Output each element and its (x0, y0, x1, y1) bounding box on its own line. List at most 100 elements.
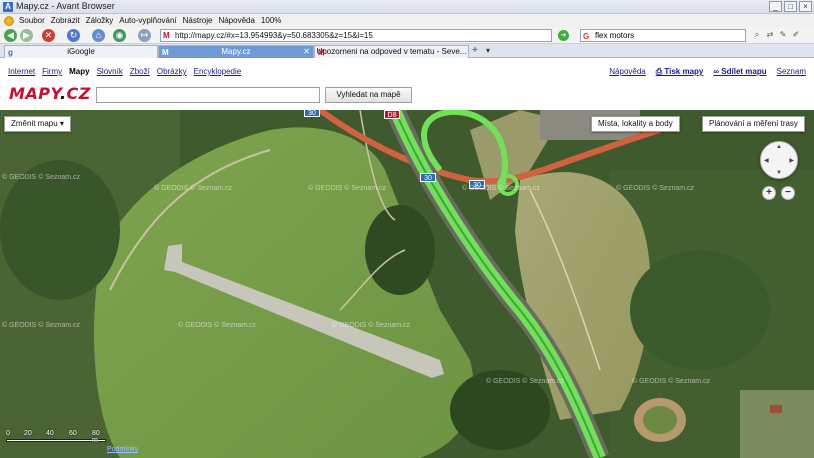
map-watermark: © GEODIS © Seznam.cz (178, 322, 257, 329)
tab-close-icon[interactable]: ✕ (303, 46, 310, 58)
window-title: Mapy.cz - Avant Browser (16, 1, 115, 11)
forward-icon[interactable]: ▶ (20, 29, 33, 42)
refresh-icon[interactable]: ↻ (67, 29, 80, 42)
share-map-label: Sdílet mapu (721, 67, 767, 76)
tab-label: iGoogle (67, 47, 95, 56)
avant-browser-icon: A (3, 2, 13, 12)
map-watermark: © GEODIS © Seznam.cz (632, 378, 711, 385)
map-watermark: © GEODIS © Seznam.cz (308, 185, 387, 192)
menu-bar: Soubor Zobrazit Záložky Auto-vyplňování … (0, 14, 814, 27)
globe-icon[interactable]: ◉ (113, 29, 126, 42)
search-icon[interactable]: ⌕ (752, 30, 762, 40)
mapy-cz-logo[interactable]: MAPY.CZ (9, 84, 91, 103)
route-planning-button[interactable]: Plánování a měření trasy (702, 116, 805, 132)
seznam-link[interactable]: Seznam (777, 67, 806, 77)
address-bar[interactable]: M http://mapy.cz/#x=13.954993&y=50.68330… (160, 29, 552, 42)
service-encyklopedie[interactable]: Encyklopedie (194, 67, 242, 76)
map-watermark: © GEODIS © Seznam.cz (332, 322, 411, 329)
zoom-in-button[interactable]: + (762, 186, 776, 200)
title-bar: A Mapy.cz - Avant Browser _ □ × (0, 0, 814, 14)
scale-bar (6, 439, 106, 442)
map-watermark: © GEODIS © Seznam.cz (154, 185, 233, 192)
highlight-icon[interactable]: ✎ (778, 30, 788, 40)
chevron-down-icon: ▾ (59, 119, 64, 128)
pan-control[interactable]: ▲ ▼ ◀ ▶ (760, 141, 798, 179)
new-tab-icon[interactable]: + (472, 46, 482, 56)
translate-icon[interactable]: ⇄ (765, 30, 775, 40)
tab-label: Upozorneni na odpoved v tematu - Seve... (316, 47, 467, 56)
change-map-label: Změnit mapu (11, 119, 58, 128)
menu-soubor[interactable]: Soubor (16, 16, 48, 25)
tab-bar: g iGoogle M Mapy.cz ✕ M Upozorneni na od… (0, 44, 814, 58)
service-mapy: Mapy (69, 67, 90, 76)
minimize-button[interactable]: _ (769, 1, 782, 12)
pan-left-icon[interactable]: ◀ (764, 157, 769, 164)
scale-label: 40 (46, 430, 54, 437)
tab-upozorneni[interactable]: M Upozorneni na odpoved v tematu - Seve.… (314, 45, 469, 58)
google-search-icon: G (583, 32, 590, 41)
zoom-out-button[interactable]: − (781, 186, 795, 200)
tab-igoogle[interactable]: g iGoogle (4, 45, 158, 58)
navigation-bar: ◀ ▶ ✕ ↻ ⌂ ◉ ↦ M http://mapy.cz/#x=13.954… (0, 27, 814, 44)
home-icon[interactable]: ⌂ (92, 29, 105, 42)
tab-list-icon[interactable]: ▾ (486, 46, 490, 55)
gmail-favicon-icon: M (163, 31, 170, 40)
browser-logo-icon (4, 15, 14, 26)
service-slovnik[interactable]: Slovník (97, 67, 123, 76)
scale-label: 80 m (92, 430, 100, 444)
logo-main: MAPY (9, 84, 60, 103)
terms-link[interactable]: Podmínky (107, 446, 138, 453)
change-map-button[interactable]: Změnit mapu ▾ (4, 116, 71, 132)
search-map-button[interactable]: Vyhledat na mapě (325, 87, 412, 103)
map-watermark: © GEODIS © Seznam.cz (486, 378, 565, 385)
go-button-icon[interactable]: ➜ (558, 30, 569, 41)
header-links: Nápověda ⎙ Tisk mapy ∞ Sdílet mapu Sezna… (609, 67, 806, 77)
menu-zobrazit[interactable]: Zobrazit (48, 16, 83, 25)
print-map-link[interactable]: ⎙ Tisk mapy (656, 67, 704, 77)
road-number-label: 30 (304, 110, 320, 117)
logo-dot: . (59, 84, 67, 103)
map-watermark: © GEODIS © Seznam.cz (462, 185, 541, 192)
scale-label: 0 (6, 430, 10, 437)
share-map-link[interactable]: ∞ Sdílet mapu (713, 67, 766, 77)
road-number-label: D8 (384, 110, 400, 119)
page-header: Internet Firmy Mapy Slovník Zboží Obrázk… (0, 58, 814, 110)
maximize-button[interactable]: □ (784, 1, 797, 12)
menu-napoveda[interactable]: Nápověda (215, 16, 257, 25)
pan-down-icon[interactable]: ▼ (776, 170, 782, 176)
go-to-icon[interactable]: ↦ (138, 29, 151, 42)
aerial-photo (0, 110, 814, 458)
pan-right-icon[interactable]: ▶ (789, 157, 794, 164)
close-button[interactable]: × (799, 1, 812, 12)
road-number-label: 30 (420, 173, 436, 182)
map-watermark: © GEODIS © Seznam.cz (2, 322, 81, 329)
map-watermark: © GEODIS © Seznam.cz (616, 185, 695, 192)
map-search-input[interactable] (96, 87, 320, 103)
menu-auto-vyplnovani[interactable]: Auto-vyplňování (116, 16, 179, 25)
service-nav: Internet Firmy Mapy Slovník Zboží Obrázk… (8, 67, 241, 76)
menu-zalozky[interactable]: Záložky (83, 16, 117, 25)
service-obrazky[interactable]: Obrázky (157, 67, 187, 76)
logo-tld: CZ (66, 84, 91, 103)
service-zbozi[interactable]: Zboží (130, 67, 150, 76)
address-text: http://mapy.cz/#x=13.954993&y=50.683305&… (175, 31, 373, 40)
search-engine-value: flex motors (595, 31, 635, 40)
service-internet[interactable]: Internet (8, 67, 35, 76)
scale-label: 20 (24, 430, 32, 437)
places-button[interactable]: Místa, lokality a body (591, 116, 680, 132)
tab-mapy[interactable]: M Mapy.cz ✕ (158, 45, 314, 58)
help-link[interactable]: Nápověda (609, 67, 645, 77)
back-icon[interactable]: ◀ (4, 29, 17, 42)
print-map-label: Tisk mapy (664, 67, 704, 76)
pan-up-icon[interactable]: ▲ (776, 144, 782, 150)
pen-icon[interactable]: ✐ (791, 30, 801, 40)
menu-nastroje[interactable]: Nástroje (180, 16, 216, 25)
map-view[interactable]: 30 D8 30 30 © GEODIS © Seznam.cz © GEODI… (0, 110, 814, 458)
tab-label: Mapy.cz (221, 47, 251, 56)
zoom-level[interactable]: 100% (258, 16, 284, 25)
search-engine-box[interactable]: G flex motors (580, 29, 746, 42)
stop-icon[interactable]: ✕ (42, 29, 55, 42)
service-firmy[interactable]: Firmy (42, 67, 62, 76)
scale-label: 60 (69, 430, 77, 437)
map-watermark: © GEODIS © Seznam.cz (2, 174, 81, 181)
